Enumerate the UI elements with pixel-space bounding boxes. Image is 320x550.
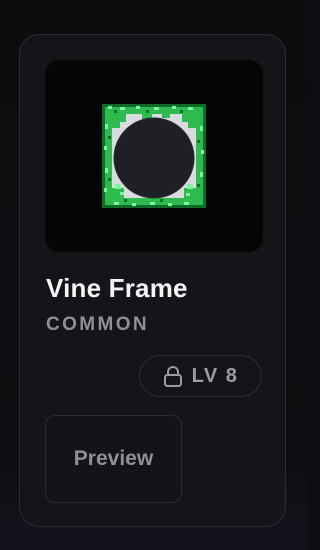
item-name: Vine Frame: [46, 273, 188, 303]
page: Vine Frame COMMON LV 8 Preview: [0, 0, 308, 550]
preview-button[interactable]: Preview: [45, 415, 182, 503]
vine-frame-icon: [102, 104, 206, 208]
level-requirement-badge: LV 8: [139, 355, 262, 397]
item-rarity: COMMON: [46, 314, 150, 335]
item-card[interactable]: Vine Frame COMMON LV 8 Preview: [19, 34, 286, 527]
lock-icon: [163, 366, 182, 387]
item-thumbnail: [45, 60, 263, 252]
level-label: LV 8: [191, 364, 239, 387]
